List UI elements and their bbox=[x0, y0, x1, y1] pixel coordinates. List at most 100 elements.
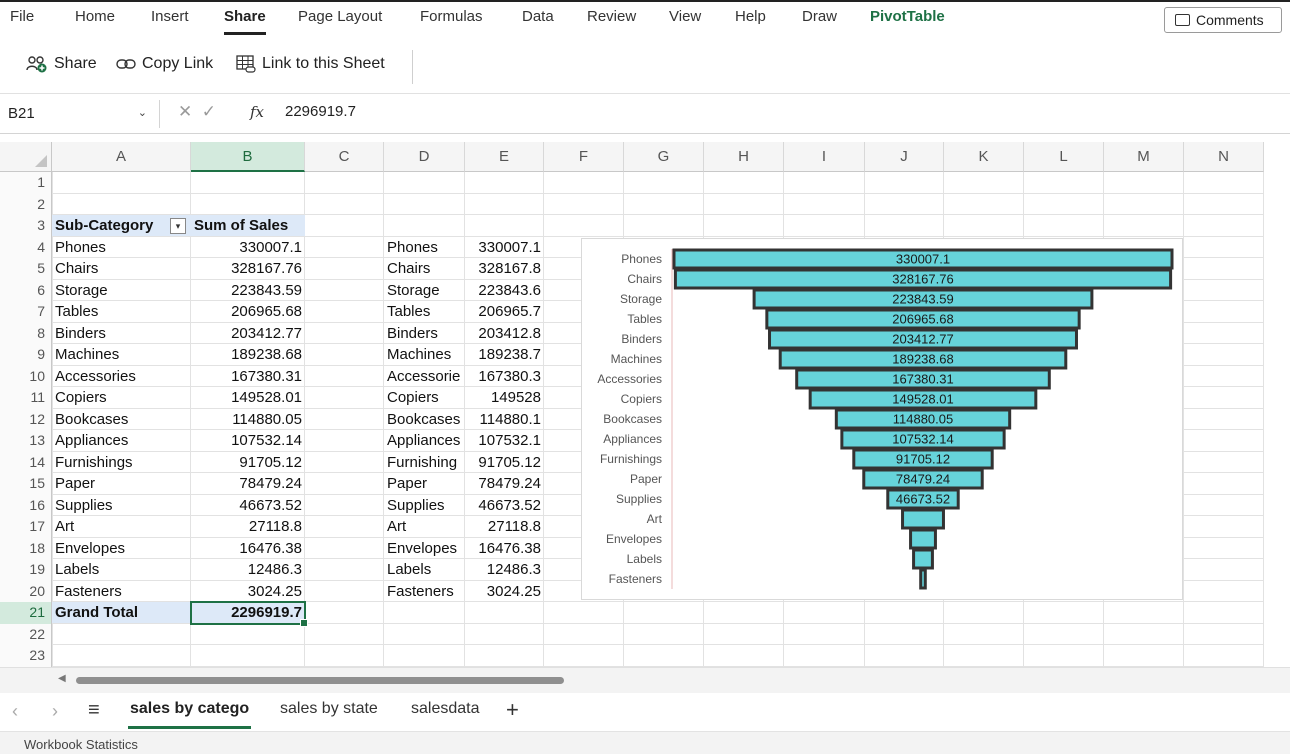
row-header-18[interactable]: 18 bbox=[0, 537, 52, 559]
column-header-h[interactable]: H bbox=[704, 142, 784, 172]
copy-value-cell[interactable]: 328167.8 bbox=[465, 258, 544, 279]
row-header-23[interactable]: 23 bbox=[0, 645, 52, 667]
copy-label-cell[interactable]: Labels bbox=[384, 559, 465, 580]
copy-label-cell[interactable]: Appliances bbox=[384, 430, 465, 451]
pivot-value-cell[interactable]: 203412.77 bbox=[191, 323, 305, 344]
copy-label-cell[interactable]: Supplies bbox=[384, 495, 465, 516]
pivot-value-cell[interactable]: 78479.24 bbox=[191, 473, 305, 494]
column-header-c[interactable]: C bbox=[305, 142, 384, 172]
next-sheet-icon[interactable]: › bbox=[52, 701, 58, 722]
copy-label-cell[interactable]: Chairs bbox=[384, 258, 465, 279]
tab-pivottable[interactable]: PivotTable bbox=[870, 8, 945, 25]
copy-value-cell[interactable]: 16476.38 bbox=[465, 538, 544, 559]
chevron-down-icon[interactable]: ⌄ bbox=[138, 106, 147, 119]
pivot-value-cell[interactable]: 91705.12 bbox=[191, 452, 305, 473]
copy-label-cell[interactable]: Art bbox=[384, 516, 465, 537]
tab-view[interactable]: View bbox=[669, 8, 701, 25]
tab-review[interactable]: Review bbox=[587, 8, 636, 25]
copy-value-cell[interactable]: 189238.7 bbox=[465, 344, 544, 365]
pivot-value-cell[interactable]: 16476.38 bbox=[191, 538, 305, 559]
copy-value-cell[interactable]: 107532.1 bbox=[465, 430, 544, 451]
select-all-corner[interactable] bbox=[0, 142, 52, 172]
copy-value-cell[interactable]: 46673.52 bbox=[465, 495, 544, 516]
sheet-tab-sales-by-catego[interactable]: sales by catego bbox=[127, 700, 252, 729]
tab-formulas[interactable]: Formulas bbox=[420, 8, 483, 25]
pivot-value-cell[interactable]: 189238.68 bbox=[191, 344, 305, 365]
copy-label-cell[interactable]: Accessorie bbox=[384, 366, 465, 387]
pivot-label-cell[interactable]: Bookcases bbox=[52, 409, 191, 430]
scrollbar-thumb[interactable] bbox=[76, 677, 564, 684]
funnel-chart[interactable]: Phones 330007.1 Chairs 328167.76 Storage 2238… bbox=[581, 238, 1183, 600]
link-to-sheet-button[interactable]: Link to this Sheet bbox=[236, 55, 385, 73]
pivot-value-cell[interactable]: 167380.31 bbox=[191, 366, 305, 387]
tab-share[interactable]: Share bbox=[224, 8, 266, 35]
filter-dropdown-icon[interactable]: ▾ bbox=[170, 218, 186, 234]
copy-label-cell[interactable]: Copiers bbox=[384, 387, 465, 408]
copy-value-cell[interactable]: 12486.3 bbox=[465, 559, 544, 580]
tab-file[interactable]: File bbox=[10, 8, 34, 25]
copy-label-cell[interactable]: Machines bbox=[384, 344, 465, 365]
pivot-value-cell[interactable]: 107532.14 bbox=[191, 430, 305, 451]
copy-value-cell[interactable]: 330007.1 bbox=[465, 237, 544, 258]
confirm-icon[interactable]: ✓ bbox=[202, 102, 216, 121]
pivot-label-cell[interactable]: Labels bbox=[52, 559, 191, 580]
tab-data[interactable]: Data bbox=[522, 8, 554, 25]
copy-label-cell[interactable]: Binders bbox=[384, 323, 465, 344]
row-header-5[interactable]: 5 bbox=[0, 258, 52, 280]
row-header-9[interactable]: 9 bbox=[0, 344, 52, 366]
pivot-label-cell[interactable]: Appliances bbox=[52, 430, 191, 451]
pivot-value-cell[interactable]: 328167.76 bbox=[191, 258, 305, 279]
column-header-i[interactable]: I bbox=[784, 142, 865, 172]
pivot-label-cell[interactable]: Machines bbox=[52, 344, 191, 365]
pivot-label-cell[interactable]: Envelopes bbox=[52, 538, 191, 559]
row-header-1[interactable]: 1 bbox=[0, 172, 52, 194]
column-header-e[interactable]: E bbox=[465, 142, 544, 172]
copy-label-cell[interactable]: Fasteners bbox=[384, 581, 465, 602]
copy-value-cell[interactable]: 78479.24 bbox=[465, 473, 544, 494]
copy-label-cell[interactable]: Paper bbox=[384, 473, 465, 494]
pivot-label-cell[interactable]: Fasteners bbox=[52, 581, 191, 602]
workbook-statistics[interactable]: Workbook Statistics bbox=[24, 737, 138, 752]
row-header-3[interactable]: 3 bbox=[0, 215, 52, 237]
all-sheets-menu-icon[interactable]: ≡ bbox=[88, 699, 100, 722]
column-header-g[interactable]: G bbox=[624, 142, 704, 172]
column-header-b[interactable]: B bbox=[191, 142, 305, 172]
row-header-6[interactable]: 6 bbox=[0, 279, 52, 301]
row-header-12[interactable]: 12 bbox=[0, 408, 52, 430]
copy-value-cell[interactable]: 223843.6 bbox=[465, 280, 544, 301]
cancel-icon[interactable]: ✕ bbox=[178, 102, 192, 121]
row-header-19[interactable]: 19 bbox=[0, 559, 52, 581]
copy-label-cell[interactable]: Storage bbox=[384, 280, 465, 301]
sheet-tab-sales-by-state[interactable]: sales by state bbox=[280, 700, 378, 718]
row-header-10[interactable]: 10 bbox=[0, 365, 52, 387]
pivot-label-cell[interactable]: Binders bbox=[52, 323, 191, 344]
row-header-16[interactable]: 16 bbox=[0, 494, 52, 516]
scroll-left-icon[interactable]: ◀ bbox=[58, 673, 66, 684]
copy-value-cell[interactable]: 3024.25 bbox=[465, 581, 544, 602]
horizontal-scrollbar[interactable]: ◀ bbox=[0, 667, 1290, 693]
row-header-2[interactable]: 2 bbox=[0, 193, 52, 215]
pivot-value-cell[interactable]: 330007.1 bbox=[191, 237, 305, 258]
copy-value-cell[interactable]: 149528 bbox=[465, 387, 544, 408]
row-header-11[interactable]: 11 bbox=[0, 387, 52, 409]
row-header-21[interactable]: 21 bbox=[0, 602, 52, 624]
copy-value-cell[interactable]: 114880.1 bbox=[465, 409, 544, 430]
pivot-label-cell[interactable]: Phones bbox=[52, 237, 191, 258]
copy-label-cell[interactable]: Bookcases bbox=[384, 409, 465, 430]
copy-label-cell[interactable]: Envelopes bbox=[384, 538, 465, 559]
formula-input[interactable]: 2296919.7 bbox=[285, 103, 356, 120]
column-header-d[interactable]: D bbox=[384, 142, 465, 172]
tab-help[interactable]: Help bbox=[735, 8, 766, 25]
column-header-m[interactable]: M bbox=[1104, 142, 1184, 172]
pivot-value-cell[interactable]: 27118.8 bbox=[191, 516, 305, 537]
row-header-20[interactable]: 20 bbox=[0, 580, 52, 602]
column-header-k[interactable]: K bbox=[944, 142, 1024, 172]
pivot-value-cell[interactable]: 114880.05 bbox=[191, 409, 305, 430]
add-sheet-icon[interactable]: + bbox=[506, 697, 519, 723]
name-box[interactable]: B21 ⌄ bbox=[0, 100, 160, 128]
copy-value-cell[interactable]: 203412.8 bbox=[465, 323, 544, 344]
row-header-4[interactable]: 4 bbox=[0, 236, 52, 258]
funnel-bar[interactable] bbox=[912, 548, 934, 570]
funnel-bar[interactable] bbox=[901, 508, 945, 530]
function-icon[interactable]: fx bbox=[250, 103, 264, 121]
